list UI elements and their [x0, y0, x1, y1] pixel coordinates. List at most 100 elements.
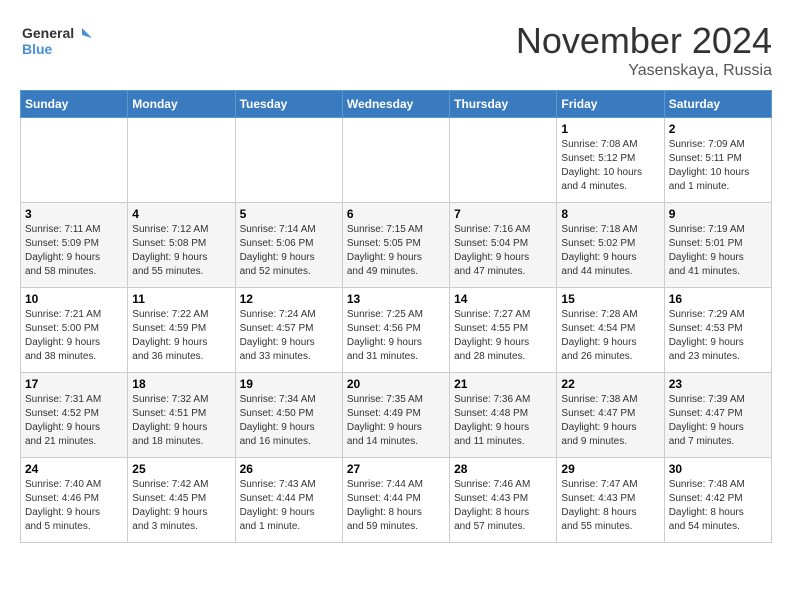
- week-row-3: 10Sunrise: 7:21 AM Sunset: 5:00 PM Dayli…: [21, 288, 772, 373]
- day-number: 5: [240, 207, 338, 221]
- day-number: 27: [347, 462, 445, 476]
- day-info: Sunrise: 7:43 AM Sunset: 4:44 PM Dayligh…: [240, 478, 338, 534]
- logo: GeneralBlue: [20, 20, 100, 60]
- page-header: GeneralBlue November 2024 Yasenskaya, Ru…: [20, 20, 772, 80]
- day-info: Sunrise: 7:31 AM Sunset: 4:52 PM Dayligh…: [25, 393, 123, 449]
- day-number: 29: [561, 462, 659, 476]
- calendar-cell: 29 Sunrise: 7:47 AM Sunset: 4:43 PM Dayli…: [557, 458, 664, 543]
- day-number: 19: [240, 377, 338, 391]
- day-number: 9: [669, 207, 767, 221]
- weekday-header-monday: Monday: [128, 91, 235, 118]
- day-number: 26: [240, 462, 338, 476]
- calendar-cell: 27 Sunrise: 7:44 AM Sunset: 4:44 PM Dayli…: [342, 458, 449, 543]
- calendar-cell: 2 Sunrise: 7:09 AM Sunset: 5:11 PM Daylig…: [664, 118, 771, 203]
- day-number: 16: [669, 292, 767, 306]
- calendar-cell: 19 Sunrise: 7:34 AM Sunset: 4:50 PM Dayli…: [235, 373, 342, 458]
- day-info: Sunrise: 7:15 AM Sunset: 5:05 PM Dayligh…: [347, 223, 445, 279]
- calendar-cell: 3Sunrise: 7:11 AM Sunset: 5:09 PM Daylig…: [21, 203, 128, 288]
- weekday-header-sunday: Sunday: [21, 91, 128, 118]
- day-info: Sunrise: 7:21 AM Sunset: 5:00 PM Dayligh…: [25, 308, 123, 364]
- day-number: 18: [132, 377, 230, 391]
- day-number: 20: [347, 377, 445, 391]
- svg-text:General: General: [22, 25, 74, 41]
- calendar-cell: 30 Sunrise: 7:48 AM Sunset: 4:42 PM Dayli…: [664, 458, 771, 543]
- day-number: 7: [454, 207, 552, 221]
- day-number: 15: [561, 292, 659, 306]
- day-number: 21: [454, 377, 552, 391]
- day-number: 17: [25, 377, 123, 391]
- calendar-cell: 25 Sunrise: 7:42 AM Sunset: 4:45 PM Dayli…: [128, 458, 235, 543]
- calendar-cell: 20 Sunrise: 7:35 AM Sunset: 4:49 PM Dayli…: [342, 373, 449, 458]
- day-info: Sunrise: 7:09 AM Sunset: 5:11 PM Dayligh…: [669, 138, 767, 194]
- day-info: Sunrise: 7:32 AM Sunset: 4:51 PM Dayligh…: [132, 393, 230, 449]
- weekday-header-saturday: Saturday: [664, 91, 771, 118]
- day-info: Sunrise: 7:42 AM Sunset: 4:45 PM Dayligh…: [132, 478, 230, 534]
- calendar-cell: 1Sunrise: 7:08 AM Sunset: 5:12 PM Daylig…: [557, 118, 664, 203]
- day-number: 1: [561, 122, 659, 136]
- calendar-cell: 4 Sunrise: 7:12 AM Sunset: 5:08 PM Daylig…: [128, 203, 235, 288]
- calendar-cell: 16 Sunrise: 7:29 AM Sunset: 4:53 PM Dayli…: [664, 288, 771, 373]
- day-number: 28: [454, 462, 552, 476]
- calendar-cell: 5 Sunrise: 7:14 AM Sunset: 5:06 PM Daylig…: [235, 203, 342, 288]
- calendar-cell: 7Sunrise: 7:16 AM Sunset: 5:04 PM Daylig…: [450, 203, 557, 288]
- day-info: Sunrise: 7:46 AM Sunset: 4:43 PM Dayligh…: [454, 478, 552, 534]
- day-number: 24: [25, 462, 123, 476]
- day-number: 6: [347, 207, 445, 221]
- day-number: 2: [669, 122, 767, 136]
- day-number: 4: [132, 207, 230, 221]
- calendar-cell: 26 Sunrise: 7:43 AM Sunset: 4:44 PM Dayli…: [235, 458, 342, 543]
- day-info: Sunrise: 7:12 AM Sunset: 5:08 PM Dayligh…: [132, 223, 230, 279]
- day-info: Sunrise: 7:24 AM Sunset: 4:57 PM Dayligh…: [240, 308, 338, 364]
- weekday-header-row: SundayMondayTuesdayWednesdayThursdayFrid…: [21, 91, 772, 118]
- logo-svg: GeneralBlue: [20, 20, 100, 60]
- calendar-cell: 8 Sunrise: 7:18 AM Sunset: 5:02 PM Daylig…: [557, 203, 664, 288]
- title-block: November 2024 Yasenskaya, Russia: [516, 20, 772, 80]
- calendar-cell: 24 Sunrise: 7:40 AM Sunset: 4:46 PM Dayli…: [21, 458, 128, 543]
- calendar-cell: [342, 118, 449, 203]
- calendar-cell: [450, 118, 557, 203]
- day-info: Sunrise: 7:39 AM Sunset: 4:47 PM Dayligh…: [669, 393, 767, 449]
- day-number: 8: [561, 207, 659, 221]
- week-row-2: 3Sunrise: 7:11 AM Sunset: 5:09 PM Daylig…: [21, 203, 772, 288]
- calendar-cell: [128, 118, 235, 203]
- calendar-cell: 22Sunrise: 7:38 AM Sunset: 4:47 PM Dayli…: [557, 373, 664, 458]
- day-info: Sunrise: 7:18 AM Sunset: 5:02 PM Dayligh…: [561, 223, 659, 279]
- day-info: Sunrise: 7:28 AM Sunset: 4:54 PM Dayligh…: [561, 308, 659, 364]
- calendar-cell: [235, 118, 342, 203]
- day-info: Sunrise: 7:34 AM Sunset: 4:50 PM Dayligh…: [240, 393, 338, 449]
- location: Yasenskaya, Russia: [516, 62, 772, 80]
- day-number: 30: [669, 462, 767, 476]
- calendar-cell: [21, 118, 128, 203]
- calendar-cell: 6 Sunrise: 7:15 AM Sunset: 5:05 PM Daylig…: [342, 203, 449, 288]
- calendar-cell: 11Sunrise: 7:22 AM Sunset: 4:59 PM Dayli…: [128, 288, 235, 373]
- calendar-cell: 10Sunrise: 7:21 AM Sunset: 5:00 PM Dayli…: [21, 288, 128, 373]
- day-number: 11: [132, 292, 230, 306]
- calendar-cell: 28 Sunrise: 7:46 AM Sunset: 4:43 PM Dayli…: [450, 458, 557, 543]
- day-info: Sunrise: 7:48 AM Sunset: 4:42 PM Dayligh…: [669, 478, 767, 534]
- day-info: Sunrise: 7:47 AM Sunset: 4:43 PM Dayligh…: [561, 478, 659, 534]
- svg-text:Blue: Blue: [22, 41, 53, 57]
- day-number: 23: [669, 377, 767, 391]
- day-info: Sunrise: 7:14 AM Sunset: 5:06 PM Dayligh…: [240, 223, 338, 279]
- day-number: 25: [132, 462, 230, 476]
- calendar-cell: 15 Sunrise: 7:28 AM Sunset: 4:54 PM Dayli…: [557, 288, 664, 373]
- day-number: 22: [561, 377, 659, 391]
- calendar-cell: 18 Sunrise: 7:32 AM Sunset: 4:51 PM Dayli…: [128, 373, 235, 458]
- weekday-header-thursday: Thursday: [450, 91, 557, 118]
- day-number: 12: [240, 292, 338, 306]
- calendar-cell: 12 Sunrise: 7:24 AM Sunset: 4:57 PM Dayli…: [235, 288, 342, 373]
- week-row-1: 1Sunrise: 7:08 AM Sunset: 5:12 PM Daylig…: [21, 118, 772, 203]
- day-info: Sunrise: 7:29 AM Sunset: 4:53 PM Dayligh…: [669, 308, 767, 364]
- day-info: Sunrise: 7:40 AM Sunset: 4:46 PM Dayligh…: [25, 478, 123, 534]
- day-number: 3: [25, 207, 123, 221]
- weekday-header-tuesday: Tuesday: [235, 91, 342, 118]
- day-info: Sunrise: 7:27 AM Sunset: 4:55 PM Dayligh…: [454, 308, 552, 364]
- week-row-4: 17 Sunrise: 7:31 AM Sunset: 4:52 PM Dayli…: [21, 373, 772, 458]
- day-info: Sunrise: 7:35 AM Sunset: 4:49 PM Dayligh…: [347, 393, 445, 449]
- weekday-header-wednesday: Wednesday: [342, 91, 449, 118]
- week-row-5: 24 Sunrise: 7:40 AM Sunset: 4:46 PM Dayli…: [21, 458, 772, 543]
- calendar-cell: 13Sunrise: 7:25 AM Sunset: 4:56 PM Dayli…: [342, 288, 449, 373]
- day-info: Sunrise: 7:44 AM Sunset: 4:44 PM Dayligh…: [347, 478, 445, 534]
- calendar-cell: 23 Sunrise: 7:39 AM Sunset: 4:47 PM Dayli…: [664, 373, 771, 458]
- calendar-cell: 21Sunrise: 7:36 AM Sunset: 4:48 PM Dayli…: [450, 373, 557, 458]
